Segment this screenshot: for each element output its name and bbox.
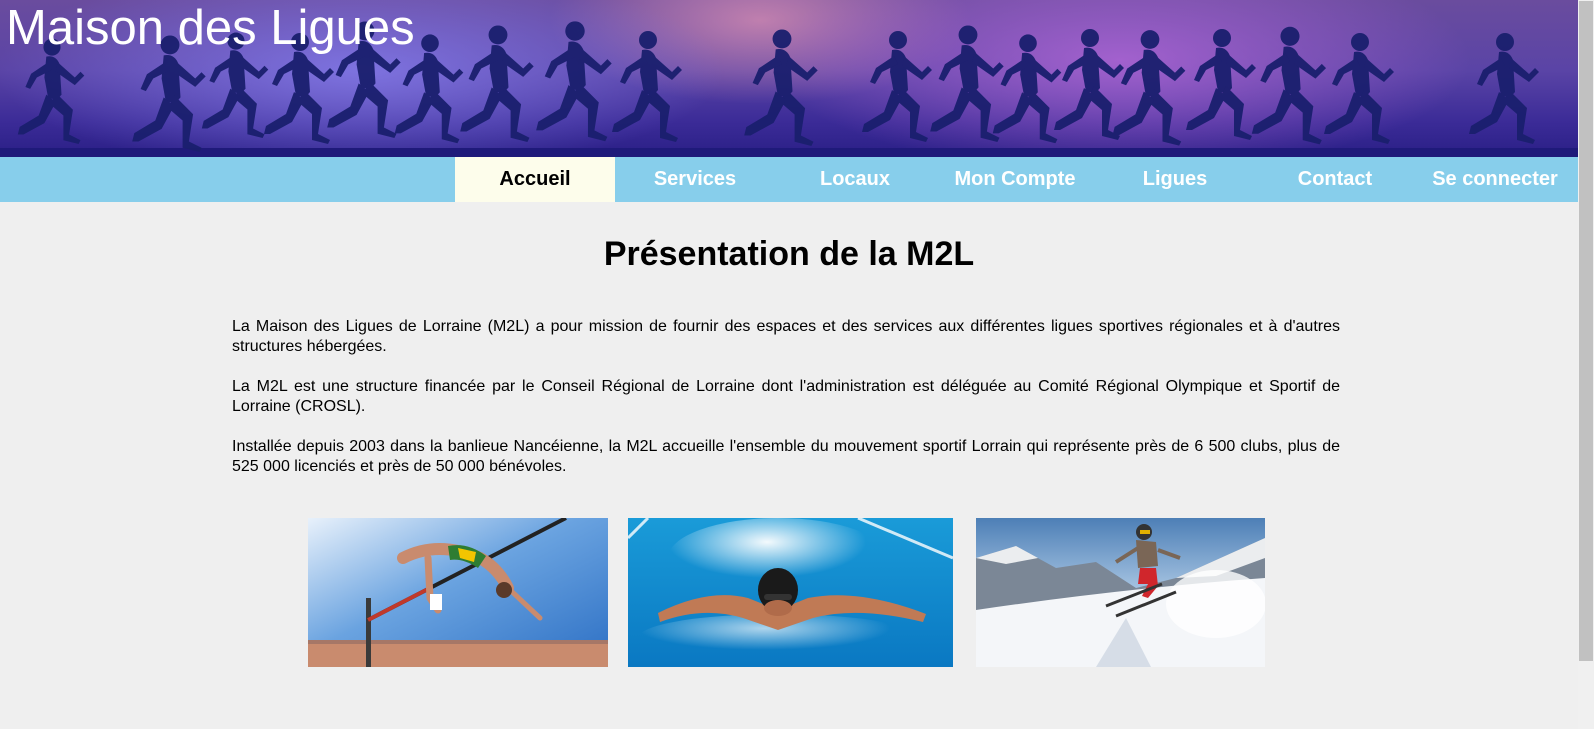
paragraph-mission: La Maison des Ligues de Lorraine (M2L) a…	[232, 318, 1340, 355]
nav-item-ligues[interactable]: Ligues	[1095, 157, 1255, 202]
main-nav: Accueil Services Locaux Mon Compte Ligue…	[0, 157, 1578, 202]
paragraph-history: Installée depuis 2003 dans la banlieue N…	[232, 438, 1340, 475]
skiing-photo	[976, 518, 1265, 667]
header-banner: Maison des Ligues	[0, 0, 1578, 157]
swimming-photo	[628, 518, 953, 667]
paragraph-funding: La M2L est une structure financée par le…	[232, 378, 1340, 415]
page: Maison des Ligues Accueil Services Locau…	[0, 0, 1594, 729]
nav-item-mon-compte[interactable]: Mon Compte	[935, 157, 1095, 202]
scrollbar-thumb[interactable]	[1579, 1, 1593, 661]
site-title: Maison des Ligues	[6, 1, 415, 55]
nav-item-contact[interactable]: Contact	[1255, 157, 1415, 202]
page-heading: Présentation de la M2L	[603, 235, 975, 273]
nav-item-se-connecter[interactable]: Se connecter	[1415, 157, 1575, 202]
vertical-scrollbar[interactable]	[1578, 0, 1594, 729]
presentation-text: La Maison des Ligues de Lorraine (M2L) a…	[232, 317, 1340, 497]
nav-item-services[interactable]: Services	[615, 157, 775, 202]
nav-item-locaux[interactable]: Locaux	[775, 157, 935, 202]
high-jump-photo	[308, 518, 608, 667]
nav-item-accueil[interactable]: Accueil	[455, 157, 615, 202]
